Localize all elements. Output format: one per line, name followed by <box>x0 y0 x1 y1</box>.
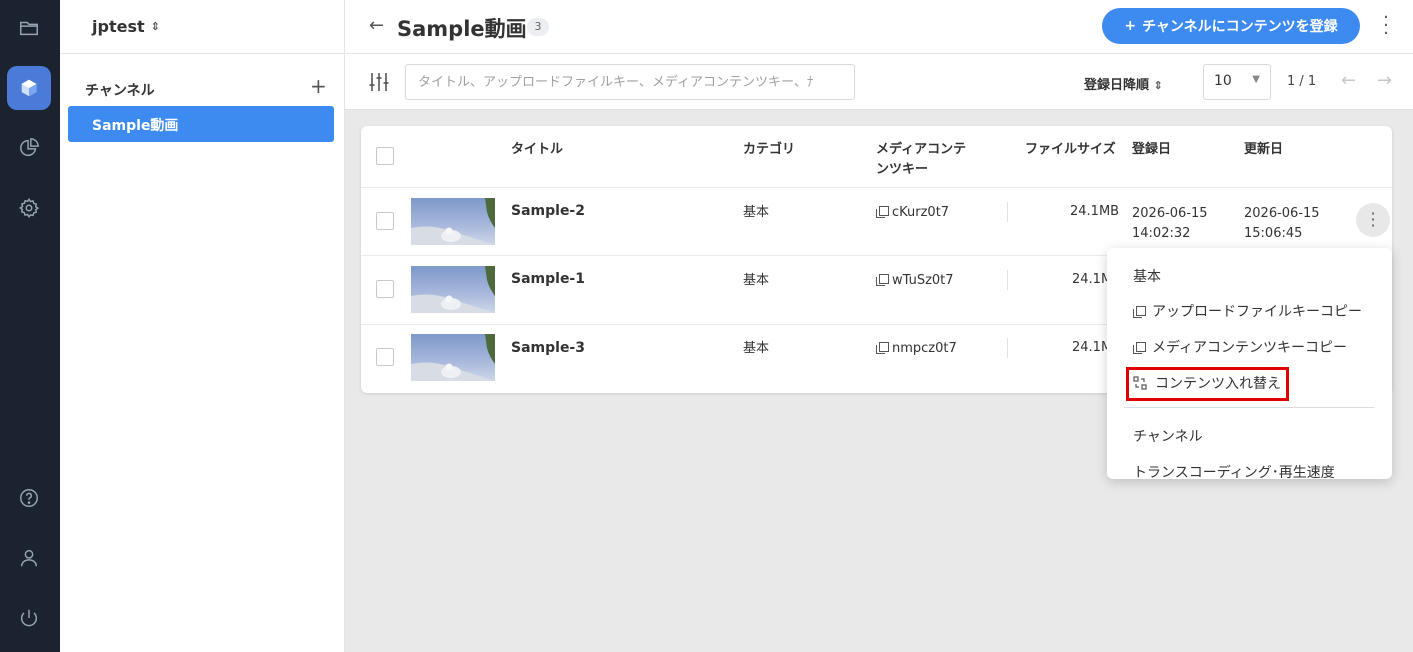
add-channel-icon[interactable]: + <box>310 76 327 96</box>
gear-icon[interactable] <box>7 186 51 230</box>
row-media-key-value: nmpcz0t7 <box>892 341 957 356</box>
row-created-time: 14:02:32 <box>1132 226 1191 241</box>
column-header-category: カテゴリ <box>743 142 796 157</box>
row-category: 基本 <box>743 341 770 356</box>
left-rail <box>0 0 60 652</box>
cube-icon[interactable] <box>7 66 51 110</box>
menu-item-channel[interactable]: チャンネル <box>1133 426 1203 446</box>
row-file-size: 24.1MB <box>1070 204 1120 219</box>
column-header-file-size: ファイルサイズ <box>1025 142 1116 157</box>
menu-item-basic[interactable]: 基本 <box>1133 266 1161 286</box>
chevron-down-icon: ▼ <box>1252 74 1260 85</box>
row-updated: 2026-06-15 15:06:45 <box>1244 204 1320 244</box>
menu-item-label: メディアコンテンツキーコピー <box>1152 340 1348 356</box>
row-title[interactable]: Sample-3 <box>511 338 585 358</box>
updown-caret-icon: ⇕ <box>1153 79 1163 92</box>
highlight-box <box>1126 367 1289 401</box>
prev-page-icon[interactable]: ← <box>1341 70 1356 91</box>
column-header-updated: 更新日 <box>1244 142 1284 157</box>
menu-item-copy-upload-key[interactable]: アップロードファイルキーコピー <box>1133 301 1362 321</box>
copy-icon <box>876 274 889 286</box>
row-updated-time: 15:06:45 <box>1244 226 1303 241</box>
sidebar: jptest ⇕ チャンネル + Sample動画 <box>60 0 345 652</box>
copy-icon <box>1133 341 1146 354</box>
column-header-media-key-line2: ンツキー <box>876 162 929 177</box>
content-count-badge: 3 <box>527 18 549 36</box>
menu-item-label: アップロードファイルキーコピー <box>1152 304 1362 320</box>
select-all-checkbox[interactable] <box>376 147 394 165</box>
row-category: 基本 <box>743 205 770 220</box>
per-page-select[interactable]: 10 ▼ <box>1203 64 1271 100</box>
register-content-label: チャンネルにコンテンツを登録 <box>1142 19 1338 35</box>
row-created-date: 2026-06-15 <box>1132 206 1208 221</box>
power-icon[interactable] <box>7 596 51 640</box>
row-checkbox[interactable] <box>376 212 394 230</box>
register-content-button[interactable]: + チャンネルにコンテンツを登録 <box>1102 8 1360 44</box>
sort-selector[interactable]: 登録日降順 ⇕ <box>1084 74 1163 93</box>
row-media-key-value: wTuSz0t7 <box>892 273 954 288</box>
page-title: Sample動画 <box>397 17 527 41</box>
row-divider <box>361 187 1392 188</box>
row-checkbox[interactable] <box>376 348 394 366</box>
channel-heading: チャンネル <box>85 83 155 99</box>
row-action-menu: 基本 アップロードファイルキーコピー メディアコンテンツキーコピー コンテンツ入… <box>1107 248 1392 479</box>
per-page-value: 10 <box>1214 73 1232 89</box>
row-media-key[interactable]: nmpcz0t7 <box>876 339 957 359</box>
back-arrow-icon[interactable]: ← <box>369 15 384 36</box>
next-page-icon[interactable]: → <box>1377 70 1392 91</box>
folder-icon[interactable] <box>7 6 51 50</box>
row-updated-date: 2026-06-15 <box>1244 206 1320 221</box>
row-media-key-value: cKurz0t7 <box>892 205 950 220</box>
column-header-created: 登録日 <box>1132 142 1172 157</box>
copy-icon <box>876 342 889 354</box>
search-input[interactable] <box>405 64 855 100</box>
sort-label: 登録日降順 <box>1084 78 1150 93</box>
column-header-title: タイトル <box>511 142 564 157</box>
menu-item-transcoding[interactable]: トランスコーディング･再生速度 <box>1133 462 1335 479</box>
workspace-selector[interactable]: jptest ⇕ <box>92 17 160 36</box>
video-thumbnail <box>411 266 495 313</box>
updown-caret-icon: ⇕ <box>150 20 160 33</box>
row-more-icon[interactable]: · · · <box>1356 203 1390 237</box>
filter-sliders-icon[interactable] <box>368 71 390 93</box>
menu-item-copy-media-key[interactable]: メディアコンテンツキーコピー <box>1133 337 1347 357</box>
copy-icon <box>876 206 889 218</box>
toolbar: 登録日降順 ⇕ 10 ▼ 1 / 1 ← → <box>345 54 1413 110</box>
pie-chart-icon[interactable] <box>7 126 51 170</box>
column-divider <box>1007 202 1008 222</box>
page-header: ← Sample動画 3 + チャンネルにコンテンツを登録 · · · <box>345 0 1413 54</box>
row-checkbox[interactable] <box>376 280 394 298</box>
copy-icon <box>1133 305 1146 318</box>
column-divider <box>1007 338 1008 358</box>
sidebar-divider <box>60 53 345 54</box>
menu-divider <box>1124 407 1374 408</box>
video-thumbnail <box>411 334 495 381</box>
help-icon[interactable] <box>7 476 51 520</box>
row-media-key[interactable]: wTuSz0t7 <box>876 271 954 291</box>
header-more-icon[interactable]: · · · <box>1379 9 1393 43</box>
row-category: 基本 <box>743 273 770 288</box>
row-created: 2026-06-15 14:02:32 <box>1132 204 1208 244</box>
plus-icon: + <box>1124 18 1137 34</box>
row-title[interactable]: Sample-2 <box>511 201 585 221</box>
column-header-media-key: メディアコンテ ンツキー <box>876 140 966 180</box>
workspace-name: jptest <box>92 17 145 36</box>
row-title[interactable]: Sample-1 <box>511 269 585 289</box>
column-divider <box>1007 270 1008 290</box>
sidebar-item-sample-video[interactable]: Sample動画 <box>68 106 334 142</box>
user-icon[interactable] <box>7 536 51 580</box>
video-thumbnail <box>411 198 495 245</box>
row-media-key[interactable]: cKurz0t7 <box>876 203 949 223</box>
column-header-media-key-line1: メディアコンテ <box>876 142 967 157</box>
pagination-status: 1 / 1 <box>1287 74 1317 89</box>
